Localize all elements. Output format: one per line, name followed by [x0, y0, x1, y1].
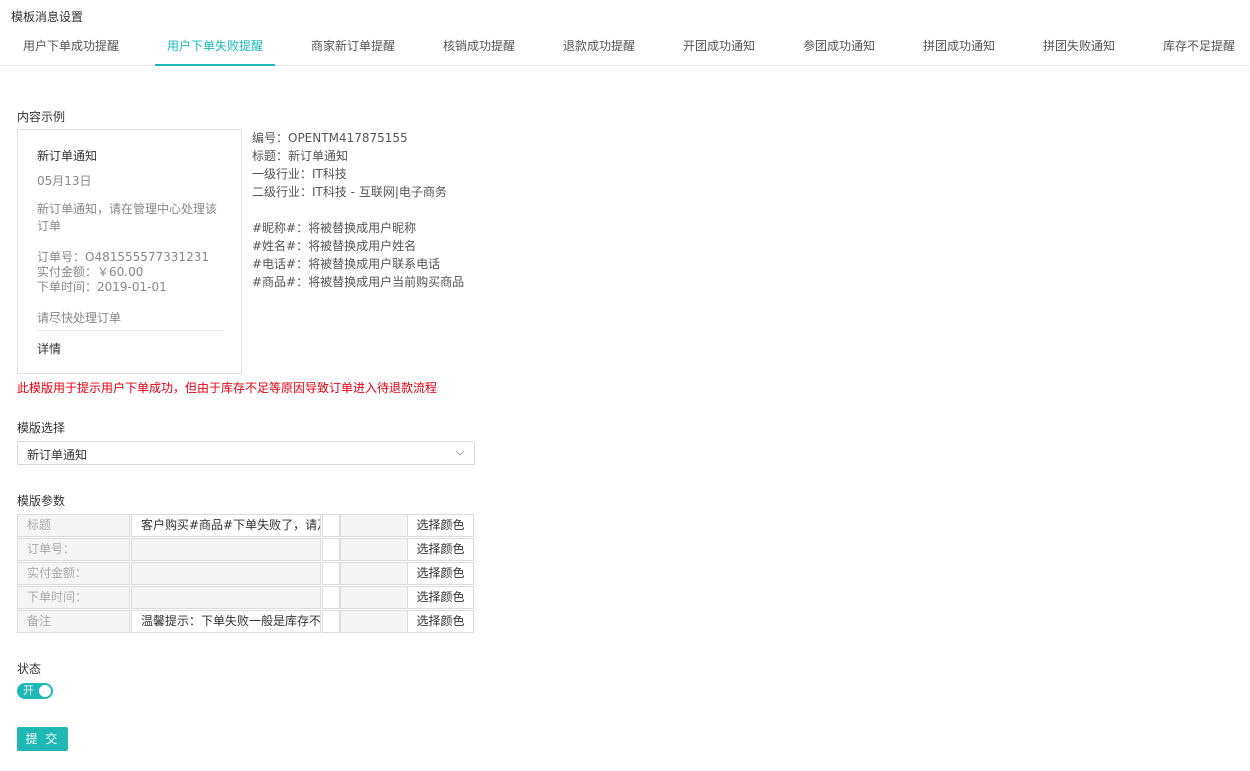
color-value-field [340, 514, 408, 537]
template-code: 编号：OPENTM417875155 [252, 131, 408, 145]
color-value-field [340, 586, 408, 609]
variable-nickname: #昵称#：将被替换成用户昵称 [252, 221, 417, 235]
param-row-paid-amount: 实付金额： 选择颜色 [17, 562, 474, 585]
variable-product: #商品#：将被替换成用户当前购买商品 [252, 275, 465, 289]
color-value-field [340, 610, 408, 633]
select-color-button[interactable]: 选择颜色 [407, 586, 474, 609]
tab-group-failed[interactable]: 拼团失败通知 [1031, 30, 1127, 66]
param-label: 实付金额： [17, 562, 130, 585]
tab-order-failed[interactable]: 用户下单失败提醒 [155, 30, 275, 66]
param-label: 订单号： [17, 538, 130, 561]
color-swatch[interactable] [322, 610, 340, 633]
param-row-order-time: 下单时间： 选择颜色 [17, 586, 474, 609]
select-color-button[interactable]: 选择颜色 [407, 514, 474, 537]
color-swatch[interactable] [322, 514, 340, 537]
chevron-down-icon [455, 450, 465, 456]
param-value-input [131, 562, 321, 585]
preview-order-no: 订单号：O481555577331231 [37, 250, 209, 264]
preview-divider [37, 330, 224, 331]
tab-group-open-success[interactable]: 开团成功通知 [671, 30, 767, 66]
template-select-label: 模版选择 [17, 421, 66, 435]
template-params-label: 模版参数 [17, 494, 66, 508]
warning-note: 此模版用于提示用户下单成功，但由于库存不足等原因导致订单进入待退款流程 [17, 381, 438, 395]
toggle-label: 开 [23, 684, 34, 697]
variable-phone: #电话#：将被替换成用户联系电话 [252, 257, 441, 271]
param-value-input[interactable]: 温馨提示：下单失败一般是库存不足 [131, 610, 321, 633]
submit-button[interactable]: 提 交 [17, 727, 68, 751]
param-value-input[interactable]: 客户购买#商品#下单失败了，请及 [131, 514, 321, 537]
select-color-button[interactable]: 选择颜色 [407, 562, 474, 585]
message-preview-card: 新订单通知 05月13日 新订单通知，请在管理中心处理该订单 订单号：O4815… [17, 129, 242, 374]
select-color-button[interactable]: 选择颜色 [407, 538, 474, 561]
color-value-field [340, 562, 408, 585]
template-industry-2: 二级行业：IT科技 - 互联网|电子商务 [252, 185, 447, 199]
preview-detail-link: 详情 [37, 342, 62, 356]
param-label: 标题 [17, 514, 130, 537]
param-value-input [131, 538, 321, 561]
param-label: 备注 [17, 610, 130, 633]
toggle-knob [39, 685, 51, 697]
status-label: 状态 [17, 662, 42, 676]
param-value-input [131, 586, 321, 609]
tab-low-stock[interactable]: 库存不足提醒 [1151, 30, 1247, 66]
param-row-title: 标题 客户购买#商品#下单失败了，请及 选择颜色 [17, 514, 474, 537]
color-swatch[interactable] [322, 562, 340, 585]
param-row-remark: 备注 温馨提示：下单失败一般是库存不足 选择颜色 [17, 610, 474, 633]
select-color-button[interactable]: 选择颜色 [407, 610, 474, 633]
content-example-label: 内容示例 [17, 110, 66, 124]
template-info: 编号：OPENTM417875155 标题：新订单通知 一级行业：IT科技 二级… [252, 129, 464, 291]
preview-remark: 请尽快处理订单 [37, 311, 122, 325]
template-title: 标题：新订单通知 [252, 149, 349, 163]
param-row-order-no: 订单号： 选择颜色 [17, 538, 474, 561]
tab-group-success[interactable]: 拼团成功通知 [911, 30, 1007, 66]
preview-paid-amount: 实付金额：￥60.00 [37, 265, 144, 279]
template-industry-1: 一级行业：IT科技 [252, 167, 347, 181]
template-select-value: 新订单通知 [27, 448, 88, 462]
tab-group-join-success[interactable]: 参团成功通知 [791, 30, 887, 66]
color-value-field [340, 538, 408, 561]
page-title: 模板消息设置 [11, 10, 84, 24]
tab-merchant-new-order[interactable]: 商家新订单提醒 [299, 30, 407, 66]
tab-refund-success[interactable]: 退款成功提醒 [551, 30, 647, 66]
preview-title: 新订单通知 [37, 149, 98, 163]
param-label: 下单时间： [17, 586, 130, 609]
preview-date: 05月13日 [37, 174, 92, 188]
tab-order-success[interactable]: 用户下单成功提醒 [11, 30, 131, 66]
tab-bar: 用户下单成功提醒 用户下单失败提醒 商家新订单提醒 核销成功提醒 退款成功提醒 … [0, 30, 1250, 66]
preview-order-time: 下单时间：2019-01-01 [37, 280, 167, 294]
variable-name: #姓名#：将被替换成用户姓名 [252, 239, 417, 253]
status-toggle[interactable]: 开 [17, 683, 53, 699]
color-swatch[interactable] [322, 538, 340, 561]
preview-intro: 新订单通知，请在管理中心处理该订单 [37, 202, 218, 233]
tab-verify-success[interactable]: 核销成功提醒 [431, 30, 527, 66]
color-swatch[interactable] [322, 586, 340, 609]
template-select[interactable]: 新订单通知 [17, 441, 475, 465]
